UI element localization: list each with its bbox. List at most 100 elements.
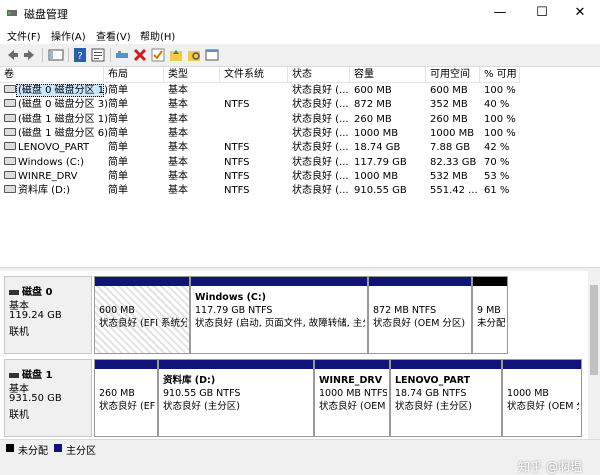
properties-icon[interactable] (90, 47, 106, 63)
cell-vol: LENOVO_PART (0, 141, 108, 155)
cell-cap: 117.79 GB (354, 156, 407, 168)
cell-layout: 简单 (108, 85, 128, 96)
legend: 未分配 主分区 (0, 439, 600, 457)
cell-type: 基本 (168, 127, 188, 139)
disk-1-partition-1[interactable]: 260 MB 状态良好 (EFI 系统分区) (94, 359, 158, 437)
disk-icon (9, 289, 19, 295)
disk-0-partition-1[interactable]: 600 MB 状态良好 (EFI 系统分区) (94, 276, 190, 354)
partition-title: WINRE_DRV (319, 375, 383, 386)
disk-1-partition-4[interactable]: LENOVO_PART 18.74 GB NTFS 状态良好 (主分区) (390, 359, 502, 437)
partition-info: 872 MB NTFS 状态良好 (OEM 分区) (373, 291, 469, 330)
partition-title: 资料库 (D:) (163, 375, 216, 386)
partition-info: 9 MB 未分配 (477, 291, 505, 330)
cell-free: 1000 MB (430, 127, 475, 139)
partition-info: WINRE_DRV 1000 MB NTFS 状态良好 (OEM 分区) (319, 374, 387, 413)
maximize-button[interactable]: ☐ (522, 0, 562, 26)
title-bar: 磁盘管理 — ☐ ✕ (0, 0, 600, 26)
cell-type: 基本 (168, 113, 188, 125)
cell-fs: NTFS (224, 170, 250, 182)
table-row[interactable]: 资料库 (D:) 简单 基本 NTFS 状态良好 (... 910.55 GB 551.42… (0, 184, 520, 198)
menu-action[interactable]: 操作(A) (51, 28, 86, 43)
table-row[interactable]: (磁盘 1 磁盘分区 6) 简单 基本 状态良好 (... 1000 MB 1000 MB… (0, 127, 520, 141)
partition-type-bar (503, 360, 581, 369)
col-header-type[interactable]: 类型 (164, 67, 220, 83)
disk-1-size: 931.50 GB (9, 393, 62, 404)
partition-title (99, 374, 155, 387)
partition-status: 状态良好 (主分区) (395, 401, 472, 412)
table-row[interactable]: (磁盘 0 磁盘分区 1) 简单 基本 状态良好 (... 600 MB 600 MB 10… (0, 84, 520, 98)
partition-type-bar (369, 277, 471, 286)
disk-1-label[interactable]: 磁盘 1 基本 931.50 GB 联机 (4, 359, 92, 437)
partition-status: 状态良好 (启动, 页面文件, 故障转储, 主分区) (195, 318, 365, 329)
disk-0-label[interactable]: 磁盘 0 基本 119.24 GB 联机 (4, 276, 92, 354)
cell-status: 状态良好 (... (292, 85, 349, 96)
cell-layout: 简单 (108, 99, 128, 111)
disk-management-icon (7, 10, 17, 16)
cell-status: 状态良好 (... (292, 156, 349, 168)
window-icon[interactable] (204, 47, 220, 63)
col-header-percent-free[interactable]: % 可用 (480, 67, 520, 83)
cell-pct: 100 % (484, 127, 516, 139)
menu-file[interactable]: 文件(F) (7, 28, 41, 43)
vertical-scrollbar[interactable] (588, 271, 600, 439)
col-header-volume[interactable]: 卷 (0, 67, 104, 83)
help-icon[interactable]: ? (72, 47, 88, 63)
table-row[interactable]: (磁盘 1 磁盘分区 1) 简单 基本 状态良好 (... 260 MB 260 MB 10… (0, 113, 520, 127)
cell-vol: (磁盘 0 磁盘分区 1) (0, 84, 108, 98)
col-header-layout[interactable]: 布局 (104, 67, 164, 83)
partition-size: 18.74 GB NTFS (395, 388, 467, 399)
svg-text:?: ? (77, 51, 82, 62)
partition-info: 260 MB 状态良好 (EFI 系统分区) (99, 374, 155, 413)
partition-info: LENOVO_PART 18.74 GB NTFS 状态良好 (主分区) (395, 374, 499, 413)
partition-size: 600 MB (99, 305, 135, 316)
disk-0-state: 联机 (9, 327, 29, 338)
menu-view[interactable]: 查看(V) (96, 28, 131, 43)
disk-1-partition-5[interactable]: 1000 MB 状态良好 (OEM 分区) (502, 359, 582, 437)
table-row[interactable]: LENOVO_PART 简单 基本 NTFS 状态良好 (... 18.74 GB 7.88… (0, 141, 520, 155)
table-row[interactable]: (磁盘 0 磁盘分区 3) 简单 基本 NTFS 状态良好 (... 872 MB 352 … (0, 98, 520, 112)
partition-info: 600 MB 状态良好 (EFI 系统分区) (99, 291, 187, 330)
col-header-status[interactable]: 状态 (288, 67, 350, 83)
legend-swatch-primary (54, 444, 62, 452)
cell-type: 基本 (168, 170, 188, 182)
volume-icon (4, 142, 16, 151)
disk-0-partition-2[interactable]: Windows (C:) 117.79 GB NTFS 状态良好 (启动, 页面文件… (190, 276, 368, 354)
table-row[interactable]: Windows (C:) 简单 基本 NTFS 状态良好 (... 117.79 GB 82… (0, 156, 520, 170)
volume-icon (4, 85, 16, 93)
partition-size: 1000 MB NTFS (319, 388, 387, 399)
check-icon[interactable] (150, 47, 166, 63)
cell-pct: 42 % (484, 142, 510, 154)
folder-up-icon[interactable] (168, 47, 184, 63)
col-header-capacity[interactable]: 容量 (350, 67, 426, 83)
partition-status: 未分配 (477, 318, 505, 329)
close-button[interactable]: ✕ (560, 0, 600, 26)
cell-free: 82.33 GB (430, 156, 477, 168)
connect-icon[interactable] (114, 47, 130, 63)
cell-cap: 600 MB (354, 85, 392, 96)
cell-free: 260 MB (430, 113, 468, 125)
cell-type: 基本 (168, 185, 188, 197)
table-row[interactable]: WINRE_DRV 简单 基本 NTFS 状态良好 (... 1000 MB 532 MB 5… (0, 170, 520, 184)
disk-0-size: 119.24 GB (9, 310, 62, 321)
cell-layout: 简单 (108, 142, 128, 154)
partition-type-bar (159, 360, 313, 369)
col-header-free-space[interactable]: 可用空间 (426, 67, 480, 83)
cell-status: 状态良好 (... (292, 127, 349, 139)
disk-1-partition-3[interactable]: WINRE_DRV 1000 MB NTFS 状态良好 (OEM 分区) (314, 359, 390, 437)
disk-0-partition-3[interactable]: 872 MB NTFS 状态良好 (OEM 分区) (368, 276, 472, 354)
partition-size: 117.79 GB NTFS (195, 305, 273, 316)
scrollbar-thumb[interactable] (590, 285, 598, 375)
partition-info: Windows (C:) 117.79 GB NTFS 状态良好 (启动, 页面文件… (195, 291, 365, 330)
col-header-filesystem[interactable]: 文件系统 (220, 67, 288, 83)
disk-0-partition-4[interactable]: 9 MB 未分配 (472, 276, 508, 354)
minimize-button[interactable]: — (480, 0, 520, 26)
disk-0-name: 磁盘 0 (9, 283, 52, 298)
menu-help[interactable]: 帮助(H) (140, 28, 175, 43)
console-icon[interactable] (48, 47, 64, 63)
delete-icon[interactable] (132, 47, 148, 63)
folder-search-icon[interactable] (186, 47, 202, 63)
disk-1-partition-2[interactable]: 资料库 (D:) 910.55 GB NTFS 状态良好 (主分区) (158, 359, 314, 437)
forward-icon[interactable] (22, 47, 38, 63)
cell-vol: (磁盘 1 磁盘分区 6) (0, 127, 108, 141)
back-icon[interactable] (4, 47, 20, 63)
